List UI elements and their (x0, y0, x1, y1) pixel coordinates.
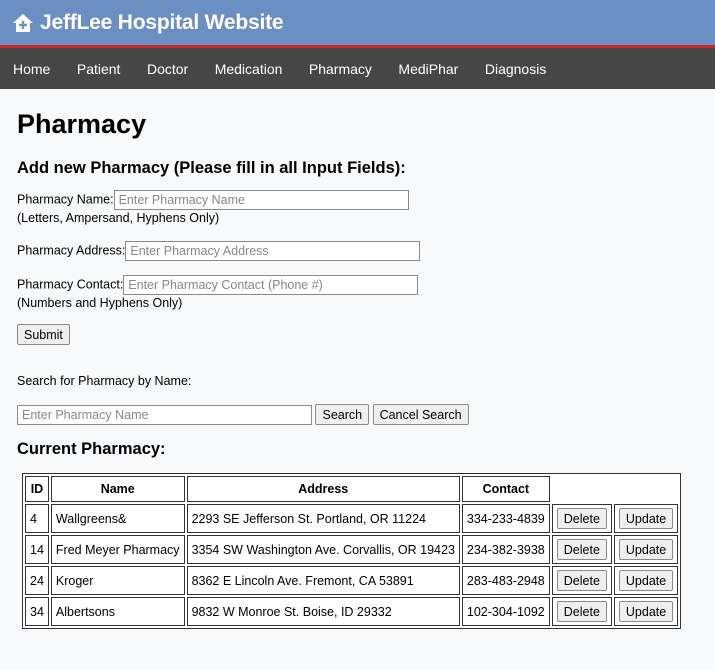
pharmacy-contact-row: Pharmacy Contact: (17, 275, 698, 295)
table-row: 14 Fred Meyer Pharmacy 3354 SW Washingto… (25, 535, 679, 565)
column-header-contact: Contact (461, 476, 550, 503)
table-header-row: ID Name Address Contact (25, 476, 678, 503)
cell-contact: 334-233-4839 (461, 504, 550, 534)
cell-id: 4 (25, 504, 49, 534)
nav-pharmacy[interactable]: Pharmacy (309, 61, 372, 77)
table-row: 34 Albertsons 9832 W Monroe St. Boise, I… (25, 597, 679, 627)
pharmacy-name-hint: (Letters, Ampersand, Hyphens Only) (17, 211, 220, 225)
pharmacy-address-row: Pharmacy Address: (17, 241, 698, 261)
search-row: Search Cancel Search (17, 404, 698, 426)
update-button[interactable]: Update (618, 570, 674, 592)
pharmacy-table: ID Name Address Contact 4 Wallgreens& 22… (22, 473, 682, 630)
nav-home[interactable]: Home (13, 61, 50, 77)
cell-contact: 283-483-2948 (461, 566, 550, 596)
cell-name: Wallgreens& (50, 504, 185, 534)
table-row: 4 Wallgreens& 2293 SE Jefferson St. Port… (25, 504, 679, 534)
pharmacy-contact-input[interactable] (123, 275, 419, 295)
add-pharmacy-heading: Add new Pharmacy (Please fill in all Inp… (17, 159, 406, 177)
cell-name: Albertsons (50, 597, 185, 627)
nav-mediphar[interactable]: MediPhar (398, 61, 458, 77)
nav-patient[interactable]: Patient (77, 61, 121, 77)
site-header: JeffLee Hospital Website (0, 0, 715, 48)
pharmacy-contact-hint: (Numbers and Hyphens Only) (17, 296, 183, 310)
cell-id: 34 (25, 597, 49, 627)
pharmacy-address-label: Pharmacy Address: (17, 243, 126, 258)
hospital-home-icon (12, 12, 34, 34)
nav-doctor[interactable]: Doctor (147, 61, 188, 77)
table-row: 24 Kroger 8362 E Lincoln Ave. Fremont, C… (25, 566, 679, 596)
current-pharmacy-heading: Current Pharmacy: (17, 440, 166, 459)
column-header-name: Name (50, 476, 185, 503)
page-title: Pharmacy (17, 109, 147, 139)
cell-address: 2293 SE Jefferson St. Portland, OR 11224 (186, 504, 460, 534)
column-header-address: Address (186, 476, 460, 503)
cell-address: 9832 W Monroe St. Boise, ID 29332 (186, 597, 460, 627)
search-button[interactable]: Search (315, 404, 370, 425)
cell-address: 3354 SW Washington Ave. Corvallis, OR 19… (186, 535, 460, 565)
column-header-id: ID (25, 476, 49, 503)
pharmacy-name-label: Pharmacy Name: (17, 192, 114, 207)
cell-contact: 102-304-1092 (461, 597, 550, 627)
cell-contact: 234-382-3938 (461, 535, 550, 565)
update-button[interactable]: Update (618, 601, 674, 623)
delete-button[interactable]: Delete (556, 601, 607, 623)
pharmacy-contact-label: Pharmacy Contact: (17, 277, 124, 292)
nav-diagnosis[interactable]: Diagnosis (485, 61, 546, 77)
cell-name: Fred Meyer Pharmacy (50, 535, 185, 565)
pharmacy-name-row: Pharmacy Name: (17, 190, 698, 210)
submit-button[interactable]: Submit (17, 324, 70, 345)
delete-button[interactable]: Delete (556, 508, 607, 530)
cell-name: Kroger (50, 566, 185, 596)
delete-button[interactable]: Delete (556, 539, 607, 561)
pharmacy-name-input[interactable] (113, 190, 409, 210)
cancel-search-button[interactable]: Cancel Search (372, 404, 469, 425)
search-label: Search for Pharmacy by Name: (17, 374, 192, 388)
delete-button[interactable]: Delete (556, 570, 607, 592)
main-content: Pharmacy Add new Pharmacy (Please fill i… (0, 109, 715, 630)
search-input[interactable] (17, 405, 312, 426)
cell-id: 24 (25, 566, 49, 596)
main-nav: Home Patient Doctor Medication Pharmacy … (0, 48, 715, 89)
cell-address: 8362 E Lincoln Ave. Fremont, CA 53891 (186, 566, 460, 596)
nav-medication[interactable]: Medication (215, 61, 283, 77)
cell-id: 14 (25, 535, 49, 565)
pharmacy-address-input[interactable] (125, 241, 421, 261)
site-title: JeffLee Hospital Website (40, 10, 284, 34)
update-button[interactable]: Update (618, 539, 674, 561)
update-button[interactable]: Update (618, 508, 674, 530)
